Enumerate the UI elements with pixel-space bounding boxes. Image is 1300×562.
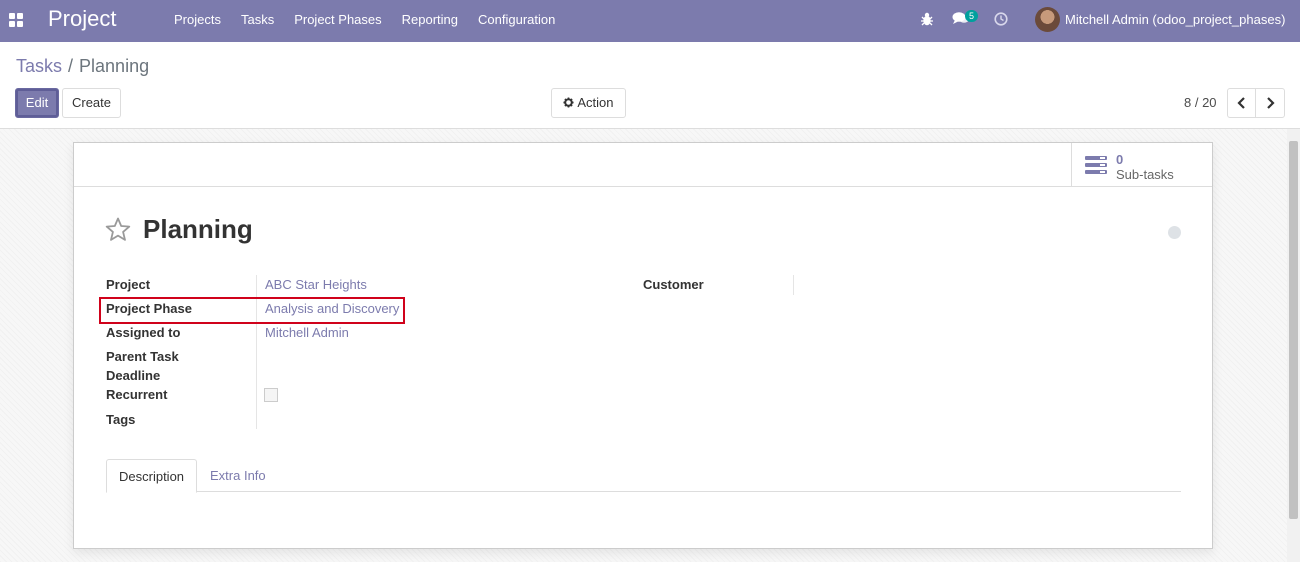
main-menu: Projects Tasks Project Phases Reporting … bbox=[164, 0, 565, 42]
recurrent-label: Recurrent bbox=[106, 387, 168, 402]
tab-description[interactable]: Description bbox=[106, 459, 198, 493]
star-icon[interactable] bbox=[105, 217, 131, 242]
pager-previous-button[interactable] bbox=[1227, 88, 1256, 118]
apps-menu-icon[interactable] bbox=[9, 13, 23, 27]
gear-icon bbox=[563, 97, 575, 108]
user-avatar[interactable] bbox=[1035, 7, 1060, 32]
form-sheet: 0 Sub-tasks Planning Project ABC Star He… bbox=[73, 142, 1213, 549]
customer-label: Customer bbox=[643, 277, 704, 292]
breadcrumb-tasks[interactable]: Tasks bbox=[16, 56, 62, 76]
project-phase-value[interactable]: Analysis and Discovery bbox=[265, 301, 399, 316]
user-menu[interactable]: Mitchell Admin (odoo_project_phases) bbox=[1065, 12, 1285, 27]
deadline-label: Deadline bbox=[106, 368, 161, 383]
assigned-to-value[interactable]: Mitchell Admin bbox=[265, 325, 349, 340]
button-box: 0 Sub-tasks bbox=[74, 143, 1212, 187]
menu-item-configuration[interactable]: Configuration bbox=[468, 0, 565, 42]
menu-item-reporting[interactable]: Reporting bbox=[392, 0, 468, 42]
menu-item-tasks[interactable]: Tasks bbox=[231, 0, 284, 42]
tasks-icon bbox=[1085, 156, 1107, 174]
subtasks-label: Sub-tasks bbox=[1116, 167, 1174, 182]
form-tabs: Description Extra Info bbox=[106, 459, 1181, 493]
menu-item-project-phases[interactable]: Project Phases bbox=[284, 0, 391, 42]
breadcrumb-current: Planning bbox=[79, 56, 150, 76]
customer-field-divider bbox=[793, 275, 794, 295]
pager-value[interactable]: 8 / 20 bbox=[1184, 95, 1217, 110]
project-value[interactable]: ABC Star Heights bbox=[265, 277, 367, 292]
edit-button[interactable]: Edit bbox=[15, 88, 59, 118]
tags-label: Tags bbox=[106, 412, 136, 427]
chevron-right-icon bbox=[1266, 97, 1275, 109]
subtasks-button[interactable]: 0 Sub-tasks bbox=[1071, 143, 1212, 187]
menu-item-projects[interactable]: Projects bbox=[164, 0, 231, 42]
assigned-to-label: Assigned to bbox=[106, 325, 181, 340]
action-button[interactable]: Action bbox=[551, 88, 626, 118]
pager-next-button[interactable] bbox=[1255, 88, 1285, 118]
top-navbar: Project Projects Tasks Project Phases Re… bbox=[0, 0, 1300, 42]
task-title[interactable]: Planning bbox=[143, 214, 253, 245]
tab-extra-info[interactable]: Extra Info bbox=[198, 459, 278, 492]
subtasks-count: 0 bbox=[1116, 152, 1124, 167]
chevron-left-icon bbox=[1237, 97, 1245, 109]
kanban-state-indicator[interactable] bbox=[1168, 226, 1181, 239]
scrollbar-thumb[interactable] bbox=[1289, 141, 1298, 519]
breadcrumb: Tasks / Planning bbox=[16, 56, 149, 77]
breadcrumb-separator: / bbox=[68, 56, 74, 76]
bug-icon[interactable] bbox=[920, 11, 934, 27]
project-label: Project bbox=[106, 277, 151, 292]
project-phase-label: Project Phase bbox=[106, 301, 192, 316]
action-label: Action bbox=[577, 95, 614, 110]
chat-badge: 5 bbox=[965, 10, 979, 22]
clock-icon[interactable] bbox=[994, 12, 1008, 26]
app-title[interactable]: Project bbox=[48, 6, 116, 32]
create-button[interactable]: Create bbox=[62, 88, 121, 118]
recurrent-checkbox[interactable] bbox=[264, 388, 278, 402]
parent-task-label: Parent Task bbox=[106, 349, 179, 364]
